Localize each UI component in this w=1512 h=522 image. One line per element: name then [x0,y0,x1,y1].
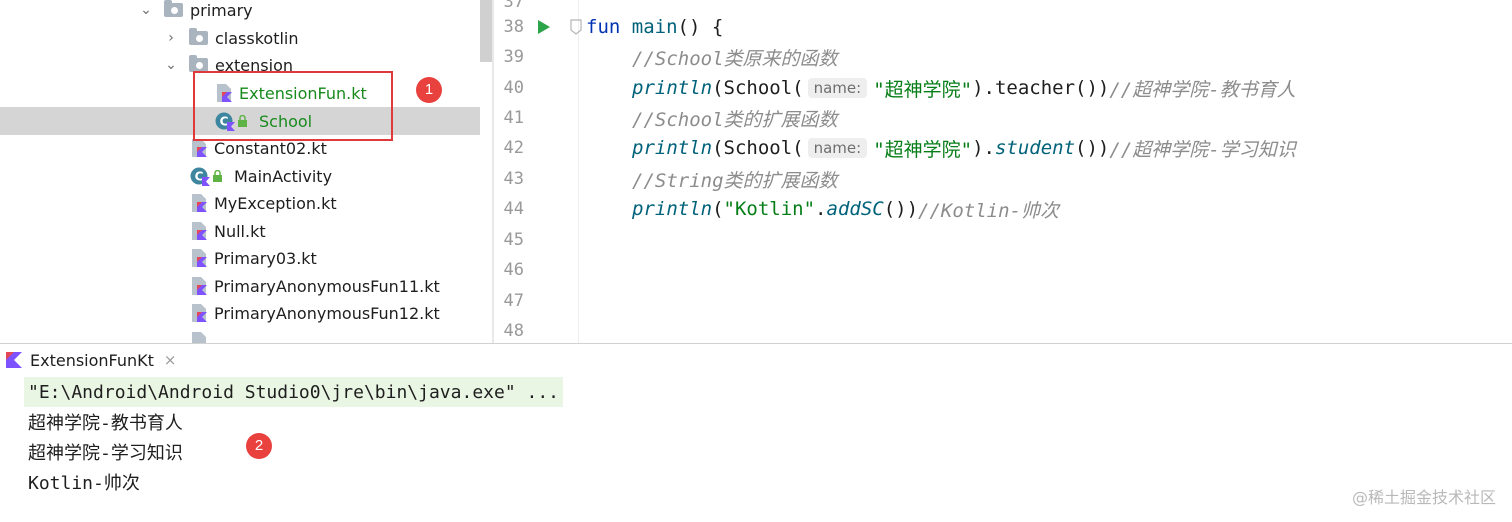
code-text: println("Kotlin". addSC())//Kotlin-帅次 [632,198,1059,222]
code-line-43: 43 //String类的扩展函数 [494,164,1512,194]
code-line-45: 45 [494,225,1512,255]
tree-item-mainactivity[interactable]: C MainActivity [0,162,480,190]
tree-item-label: MainActivity [234,166,333,186]
tree-item-primaryanonymousfun11-kt[interactable]: PrimaryAnonymousFun11.kt [0,272,480,300]
code-text: //School类原来的函数 [632,47,838,70]
parameter-hint: name: [807,78,868,98]
annotation-badge-1: 1 [416,77,442,103]
tree-item-myexception-kt[interactable]: MyException.kt [0,189,480,217]
run-console[interactable]: "E:\Android\Android Studio0\jre\bin\java… [0,375,1512,522]
tree-item-primary03-kt[interactable]: Primary03.kt [0,244,480,272]
line-number: 40 [503,78,524,98]
code-line-48: 48 [494,316,1512,343]
tree-item-label: MyException.kt [214,193,337,213]
folder-icon [164,0,183,17]
tree-item-label: Null.kt [214,221,266,241]
tree-item-primary[interactable]: ⌄ primary [0,0,480,24]
line-number: 41 [503,108,524,128]
tree-item-cut-off[interactable] [0,327,480,343]
chevron-down-icon[interactable]: ⌄ [164,58,178,72]
run-gutter-icon[interactable] [538,20,550,34]
kotlin-file-icon [192,332,206,343]
code-line-38: 38 fun main() { [494,12,1512,42]
tree-item-label: PrimaryAnonymousFun11.kt [214,276,440,296]
code-line-44: 44 println("Kotlin". addSC())//Kotlin-帅次 [494,194,1512,224]
folder-icon [189,28,208,45]
kotlin-file-icon [192,277,207,295]
line-number: 47 [503,291,524,311]
code-line-39: 39 //School类原来的函数 [494,42,1512,72]
code-text: //String类的扩展函数 [632,169,838,192]
console-command-line: "E:\Android\Android Studio0\jre\bin\java… [24,377,564,407]
tree-item-label: Primary03.kt [214,248,317,268]
parameter-hint: name: [807,138,868,158]
project-scrollbar-thumb[interactable] [480,0,492,62]
console-output-line: 超神学院-教书育人 [28,413,183,434]
console-output-line: Kotlin-帅次 [28,473,140,494]
line-number: 48 [503,321,524,341]
folder-icon [189,55,208,72]
lock-icon [213,170,222,182]
tree-item-label: primary [190,0,253,20]
code-text: println (School(name: "超神学院").teacher())//… [632,77,1296,101]
kotlin-file-icon [192,304,207,322]
code-text: //School类的扩展函数 [632,108,838,131]
chevron-right-icon[interactable]: › [164,31,178,45]
kotlin-file-icon [192,222,207,240]
kotlin-file-icon [192,249,207,267]
code-editor[interactable]: 37 38 fun main() { 39 //School类原来的函数 40 … [494,0,1512,343]
line-number: 46 [503,260,524,280]
annotation-badge-2: 2 [246,433,272,459]
line-number: 45 [503,230,524,250]
code-line-47: 47 [494,286,1512,316]
watermark: @稀土掘金技术社区 [1351,488,1496,507]
tree-item-label: Constant02.kt [214,138,327,158]
code-line-41: 41 //School类的扩展函数 [494,103,1512,133]
tree-item-null-kt[interactable]: Null.kt [0,217,480,245]
code-line-42: 42 println (School(name: "超神学院"). student()… [494,133,1512,163]
line-number: 43 [503,169,524,189]
chevron-down-icon[interactable]: ⌄ [139,3,153,17]
kotlin-file-icon [192,139,207,157]
project-tree: ⌄ primary › classkotlin ⌄ extension Exte… [0,0,480,343]
console-output-line: 超神学院-学习知识 [28,443,183,464]
kotlin-class-icon: C [190,167,210,186]
line-number: 42 [503,138,524,158]
line-number: 39 [503,47,524,67]
close-icon[interactable]: × [164,351,177,369]
tree-item-primaryanonymousfun12-kt[interactable]: PrimaryAnonymousFun12.kt [0,299,480,327]
run-tool-window-header: ExtensionFunKt × [0,343,1512,375]
run-tab-label: ExtensionFunKt [30,350,154,370]
tree-item-label: classkotlin [215,28,299,48]
tab-extensionfunkt[interactable]: ExtensionFunKt × [0,344,177,376]
line-number: 44 [503,199,524,219]
annotation-highlight-box [193,71,393,141]
kotlin-run-config-icon [6,352,22,368]
tree-item-label: PrimaryAnonymousFun12.kt [214,303,440,323]
bookmark-icon[interactable] [570,19,582,35]
kotlin-file-icon [192,194,207,212]
code-text: println (School(name: "超神学院"). student())//… [632,137,1296,161]
code-text: fun main() { [586,16,724,38]
line-number: 37 [503,0,524,12]
code-line-40: 40 println (School(name: "超神学院").teacher()… [494,73,1512,103]
code-line-46: 46 [494,255,1512,285]
tree-item-classkotlin[interactable]: › classkotlin [0,24,480,52]
line-number: 38 [503,17,524,37]
